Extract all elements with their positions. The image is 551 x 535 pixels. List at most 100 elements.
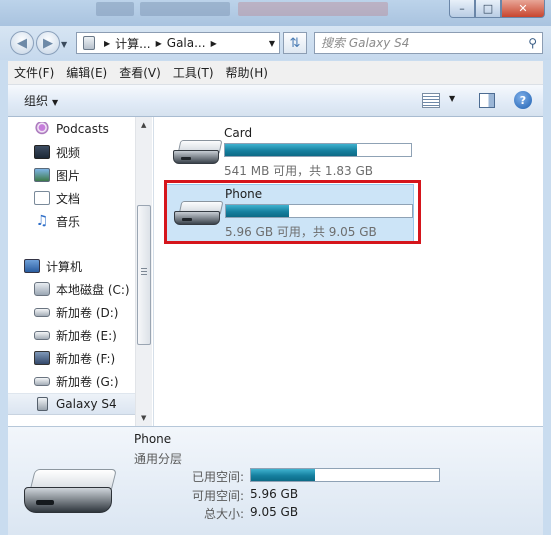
nav-item-videos[interactable]: 视频 [34,141,80,163]
search-input[interactable]: 搜索 Galaxy S4 ⚲ [314,32,543,54]
recent-pages-dropdown[interactable]: ▼ [61,40,67,49]
breadcrumb: ▶ 计算... ▶ Gala... ▶ [99,35,222,52]
scroll-thumb[interactable] [137,205,151,345]
drive-icon [173,138,223,166]
organize-dropdown-icon: ▼ [52,98,59,107]
breadcrumb-separator-icon[interactable]: ▶ [104,39,110,48]
documents-icon [34,191,50,205]
preview-pane-icon[interactable] [479,93,495,108]
music-icon: ♫ [35,213,49,229]
organize-button[interactable]: 组织 ▼ [24,92,58,109]
nav-item-label: 视频 [56,145,81,160]
nav-item-label: 音乐 [56,214,81,229]
scroll-down-icon[interactable]: ▼ [141,414,146,422]
drive-icon [34,330,50,340]
refresh-button[interactable]: ⇅ [283,32,307,54]
nav-item-pictures[interactable]: 图片 [34,164,80,186]
address-bar[interactable]: ▶ 计算... ▶ Gala... ▶ ▼ [76,32,280,54]
nav-item-label: Podcasts [56,122,109,136]
content-pane: Card 541 MB 可用，共 1.83 GB Phone 5.96 GB 可… [154,117,543,426]
nav-item-label: 文档 [56,191,81,206]
device-icon [83,36,95,50]
breadcrumb-galaxy[interactable]: Gala... [167,36,206,50]
drive-usage-fill [225,144,358,156]
search-icon[interactable]: ⚲ [528,33,537,53]
nav-item-drive-f[interactable]: 新加卷 (F:) [34,347,115,369]
nav-item-galaxy-s4[interactable]: Galaxy S4 [8,393,136,415]
scroll-up-icon[interactable]: ▲ [141,121,146,129]
command-bar: 组织 ▼ ▼ ? [8,85,543,117]
nav-item-drive-g[interactable]: 新加卷 (G:) [34,370,119,392]
total-size-label: 总大小: [203,507,244,521]
address-row: ◀ ▶ ▼ ▶ 计算... ▶ Gala... ▶ ▼ ⇅ 搜索 Galaxy … [0,26,551,60]
blurred-title-text [238,2,388,16]
breadcrumb-separator-icon[interactable]: ▶ [156,39,162,48]
nav-item-drive-d[interactable]: 新加卷 (D:) [34,301,118,323]
back-arrow-icon: ◀ [17,35,27,51]
menu-tools[interactable]: 工具(T) [173,64,214,81]
nav-item-documents[interactable]: 文档 [34,187,80,209]
forward-button[interactable]: ▶ [36,31,60,55]
refresh-icon: ⇅ [289,35,301,51]
highlight-annotation [164,180,421,244]
drive-card[interactable]: Card 541 MB 可用，共 1.83 GB [166,124,414,182]
nav-item-label: 图片 [56,168,81,183]
menu-help[interactable]: 帮助(H) [226,64,268,81]
free-space-label: 可用空间: [191,489,244,503]
forward-arrow-icon: ▶ [43,35,53,51]
organize-label: 组织 [24,94,49,108]
used-space-label: 已用空间: [191,470,244,484]
menu-edit[interactable]: 编辑(E) [66,64,107,81]
free-space-value: 5.96 GB [250,487,299,501]
phone-icon [37,397,48,411]
maximize-button[interactable]: □ [475,0,501,18]
nav-item-label: 新加卷 (E:) [56,328,117,343]
help-icon[interactable]: ? [514,91,532,109]
breadcrumb-separator-icon[interactable]: ▶ [211,39,217,48]
nav-item-drive-e[interactable]: 新加卷 (E:) [34,324,117,346]
drive-name: Card [224,126,253,140]
blurred-title-text [140,2,230,16]
drive-icon [34,307,50,317]
nav-item-drive-c[interactable]: 本地磁盘 (C:) [34,278,130,300]
nav-scrollbar[interactable]: ▲ ▼ [135,117,152,426]
minimize-button[interactable]: – [449,0,475,18]
video-icon [34,145,50,159]
shared-drive-icon [34,351,50,365]
nav-item-label: Galaxy S4 [56,397,117,411]
search-placeholder: 搜索 Galaxy S4 [321,36,410,50]
drive-large-icon [22,467,117,517]
nav-item-computer[interactable]: 计算机 [24,255,82,277]
pictures-icon [34,168,50,182]
computer-icon [24,259,40,273]
window-controls: – □ ✕ [449,0,545,18]
podcast-icon [34,122,50,136]
nav-item-label: 新加卷 (D:) [56,305,119,320]
menu-bar: 文件(F) 编辑(E) 查看(V) 工具(T) 帮助(H) [8,61,543,85]
nav-item-music[interactable]: ♫ 音乐 [34,210,80,232]
breadcrumb-computer[interactable]: 计算... [115,35,150,52]
back-button[interactable]: ◀ [10,31,34,55]
details-type: 通用分层 [134,452,183,466]
drive-usage-bar [224,143,412,157]
nav-item-podcasts[interactable]: Podcasts [34,118,109,140]
close-button[interactable]: ✕ [501,0,545,18]
drive-icon [34,376,50,386]
menu-view[interactable]: 查看(V) [119,64,161,81]
details-pane: Phone 通用分层 已用空间: 可用空间: 5.96 GB 总大小: 9.05… [8,426,543,535]
title-bar: – □ ✕ [0,0,551,26]
menu-file[interactable]: 文件(F) [14,64,54,81]
used-space-bar [250,468,440,482]
details-name: Phone [134,432,172,446]
change-view-icon[interactable] [422,93,440,108]
view-options-dropdown-icon[interactable]: ▼ [449,94,455,103]
address-dropdown-icon[interactable]: ▼ [269,39,275,48]
nav-item-label: 新加卷 (G:) [56,374,119,389]
drive-space-info: 541 MB 可用，共 1.83 GB [224,164,373,178]
navigation-pane: Podcasts 视频 图片 文档 ♫ 音乐 计算机 本地磁盘 (C:) 新加卷… [8,117,154,426]
nav-item-label: 计算机 [46,259,83,274]
system-drive-icon [34,282,50,296]
used-space-fill [251,469,315,481]
grip-icon [141,268,147,275]
nav-item-label: 本地磁盘 (C:) [56,282,130,297]
